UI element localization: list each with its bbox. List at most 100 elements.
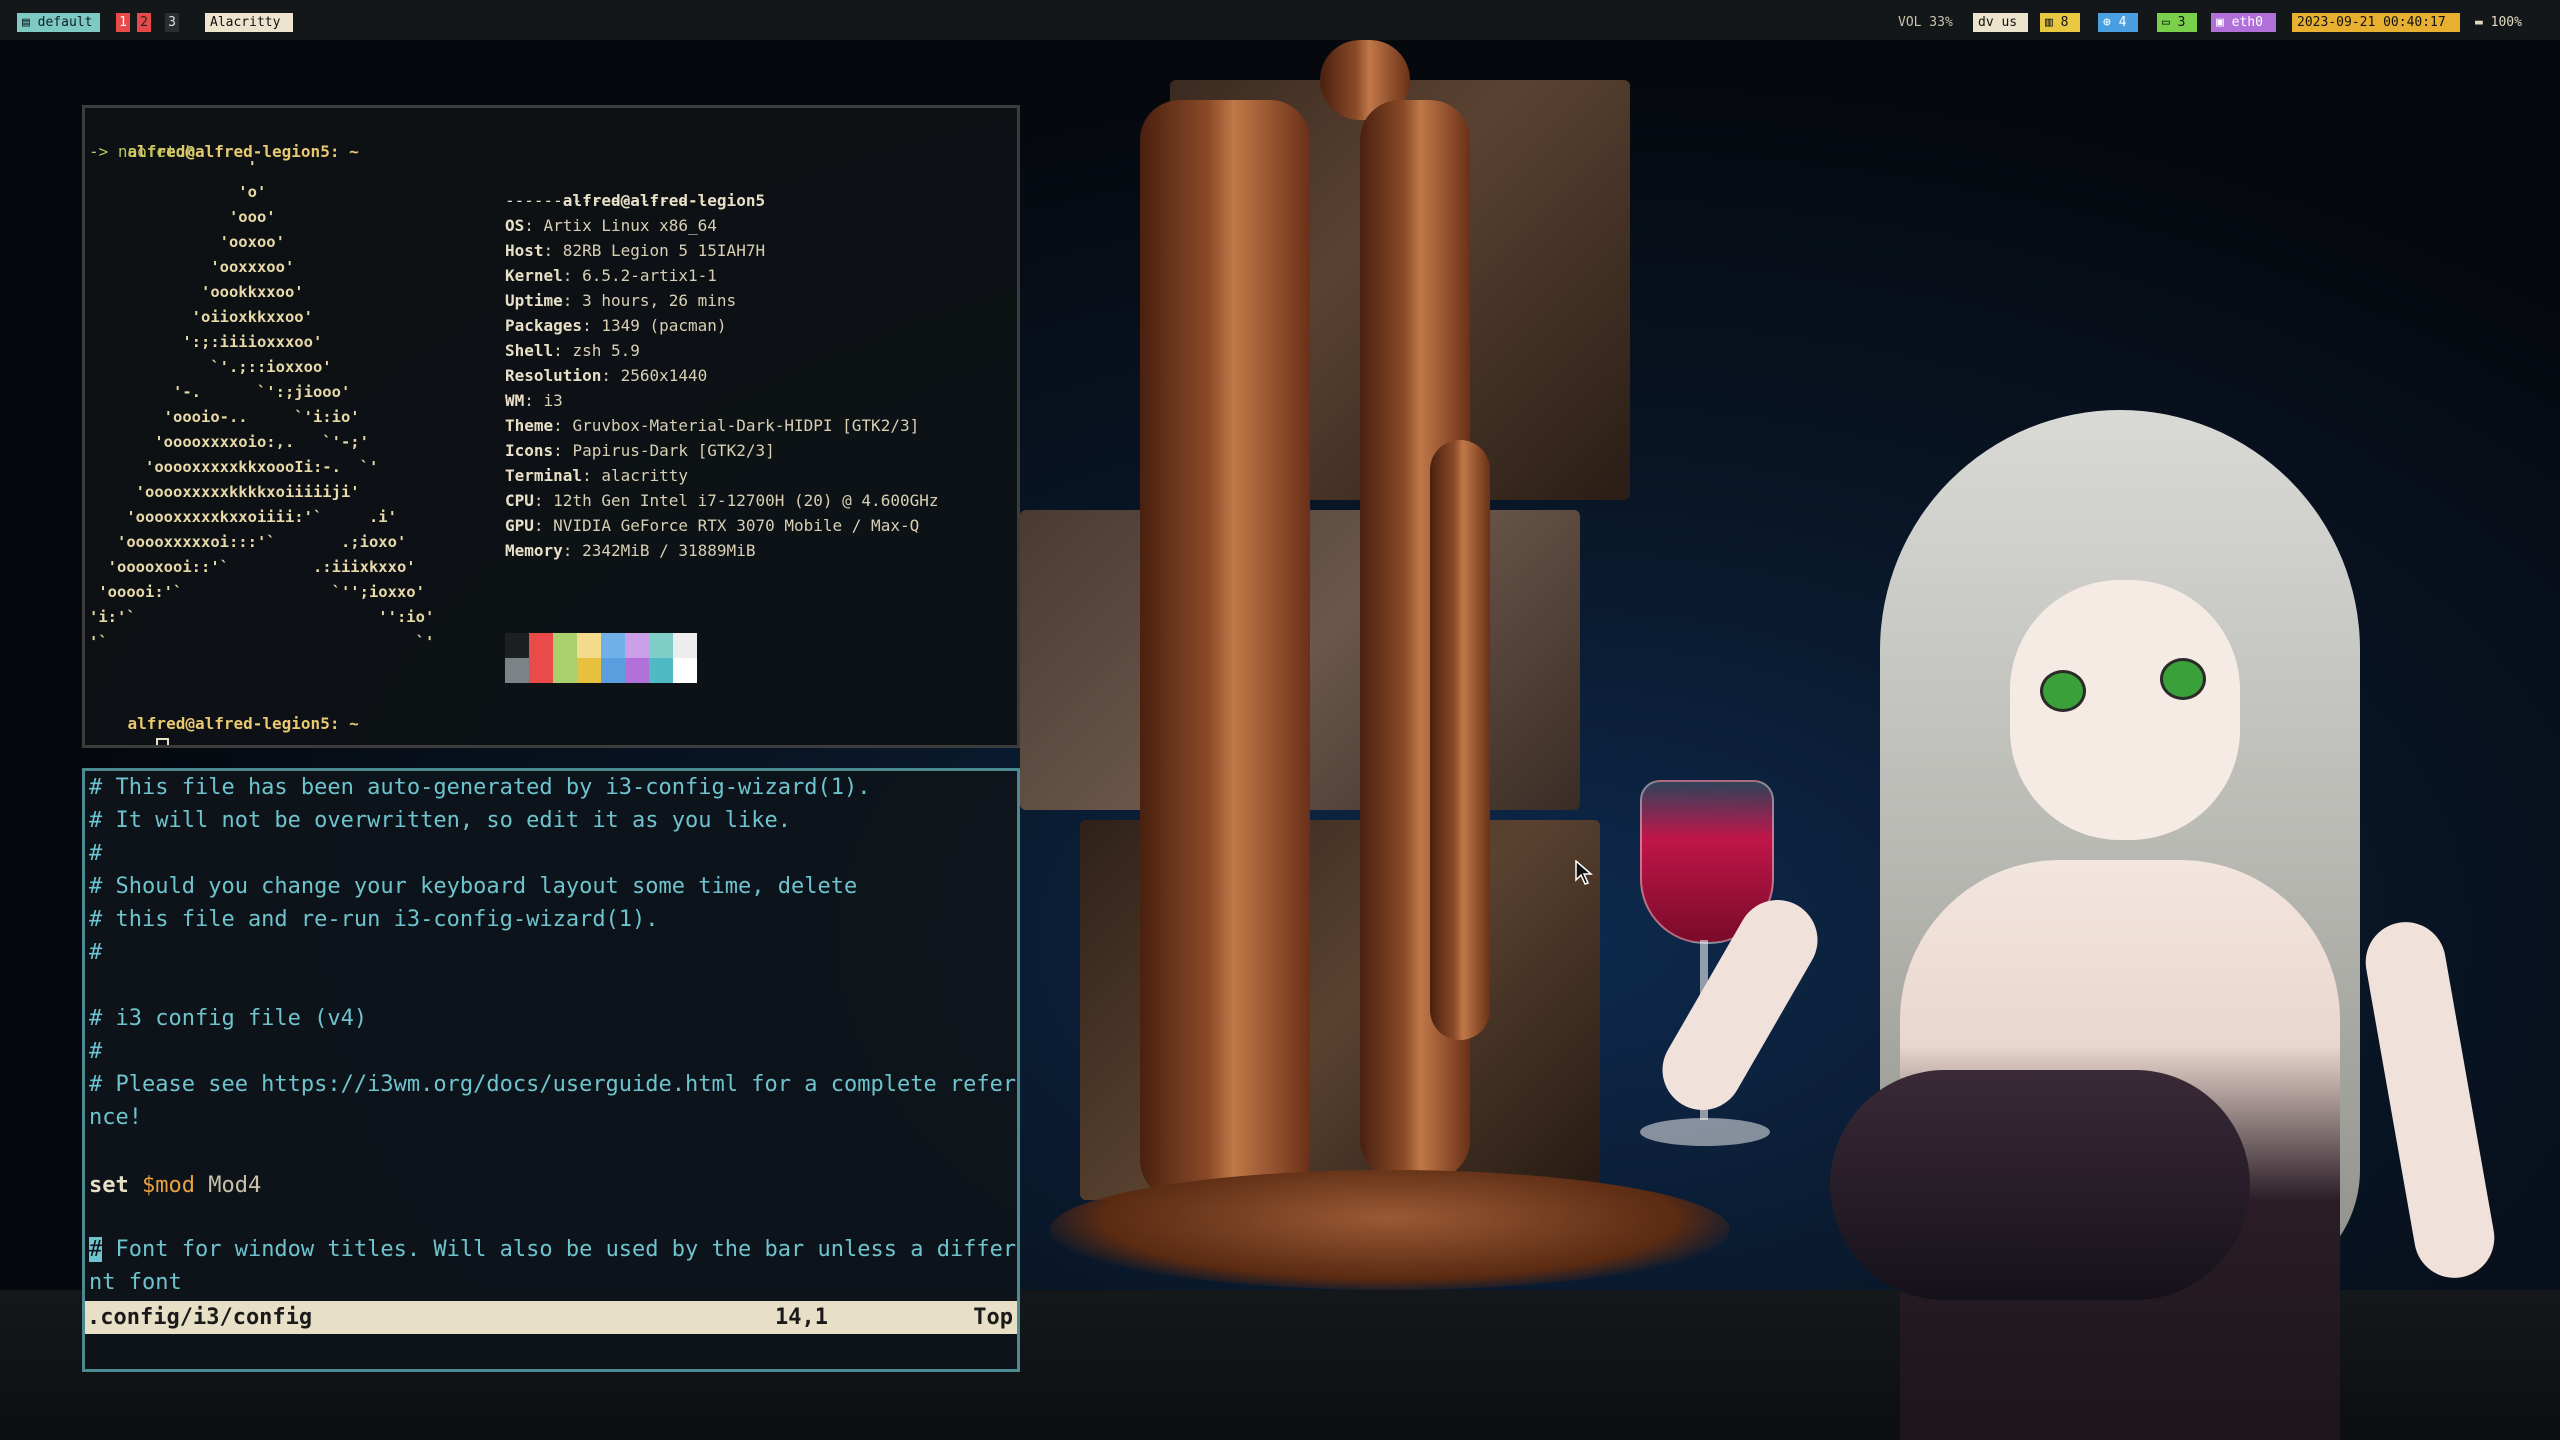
neofetch-info-key: Uptime: [505, 291, 563, 310]
palette-swatch: [553, 658, 577, 683]
neofetch-info-key: Memory: [505, 541, 563, 560]
neofetch-info-value: : 12th Gen Intel i7-12700H (20) @ 4.600G…: [533, 491, 939, 510]
neofetch-info-row: Memory: 2342MiB / 31889MiB: [505, 538, 755, 563]
wallpaper-character-face: [2010, 580, 2240, 840]
neofetch-info-key: GPU: [505, 516, 534, 535]
vim-set-line: set $mod Mod4: [89, 1173, 262, 1198]
wallpaper-chocolate-puddle: [1050, 1170, 1730, 1290]
vim-cursor: #: [89, 1237, 103, 1262]
palette-swatch: [649, 658, 673, 683]
neofetch-info-key: Terminal: [505, 466, 583, 485]
vim-line: # Font for window titles. Will also be u…: [89, 1237, 1020, 1262]
neofetch-info-key: Theme: [505, 416, 554, 435]
mouse-pointer-icon: [1575, 860, 1593, 885]
neofetch-info-value: : 6.5.2-artix1-1: [562, 266, 717, 285]
vim-editor-window[interactable]: # This file has been auto-generated by i…: [82, 768, 1020, 1372]
neofetch-info-row: Icons: Papirus-Dark [GTK2/3]: [505, 438, 775, 463]
neofetch-info-key: Packages: [505, 316, 583, 335]
vim-line: # this file and re-run i3-config-wizard(…: [89, 907, 659, 932]
keyboard-layout-indicator[interactable]: dv us: [1973, 13, 2028, 32]
workspace-button-1[interactable]: 1: [116, 13, 130, 32]
palette-swatch: [673, 633, 697, 658]
neofetch-info-value: : Papirus-Dark [GTK2/3]: [553, 441, 775, 460]
palette-swatch: [505, 633, 529, 658]
network-indicator[interactable]: ▣ eth0: [2211, 13, 2276, 32]
neofetch-info-key: Kernel: [505, 266, 563, 285]
neofetch-info-value: : i3: [524, 391, 563, 410]
status-bar: ▤ default 1 2 3 Alacritty VOL 33% dv us …: [0, 0, 2560, 40]
neofetch-info-row: WM: i3: [505, 388, 563, 413]
vim-line: # This file has been auto-generated by i…: [89, 775, 871, 800]
neofetch-info-value: : 2560x1440: [601, 366, 708, 385]
neofetch-info-key: OS: [505, 216, 525, 235]
layout-indicator[interactable]: ▤ default: [17, 13, 100, 32]
neofetch-info-value: : zsh 5.9: [553, 341, 640, 360]
vim-line: nce!: [89, 1105, 142, 1130]
neofetch-info-value: : 1349 (pacman): [582, 316, 727, 335]
wallpaper-character-outfit: [1830, 1070, 2250, 1300]
neofetch-info-key: Resolution: [505, 366, 602, 385]
neofetch-info-row: Theme: Gruvbox-Material-Dark-HIDPI [GTK2…: [505, 413, 919, 438]
vim-line: # Please see https://i3wm.org/docs/userg…: [89, 1072, 1020, 1097]
neofetch-info-key: Icons: [505, 441, 554, 460]
neofetch-info-row: Kernel: 6.5.2-artix1-1: [505, 263, 717, 288]
neofetch-ascii-logo: ' 'o' 'ooo' 'ooxoo' 'ooxxxoo' 'oookkxxoo…: [89, 158, 435, 651]
terminal-input-line[interactable]: ->: [89, 711, 170, 745]
neofetch-info-key: Host: [505, 241, 544, 260]
neofetch-separator: ---------------------: [505, 191, 708, 210]
wallpaper-chocolate-drip: [1140, 100, 1310, 1200]
palette-swatch: [577, 633, 601, 658]
neofetch-info-value: : 82RB Legion 5 15IAH7H: [543, 241, 766, 260]
neofetch-info-row: Resolution: 2560x1440: [505, 363, 707, 388]
neofetch-info-row: Terminal: alacritty: [505, 463, 688, 488]
memory-indicator[interactable]: ▥ 8: [2040, 13, 2080, 32]
datetime-display[interactable]: 2023-09-21 00:40:17: [2292, 13, 2460, 32]
network-icon: ▣: [2216, 15, 2224, 30]
vim-line: nt font: [89, 1270, 182, 1295]
vim-line: # Should you change your keyboard layout…: [89, 874, 858, 899]
layout-icon: ▤: [22, 15, 30, 30]
battery-icon: ▬: [2475, 15, 2483, 30]
palette-swatch: [529, 658, 553, 683]
neofetch-info-value: : NVIDIA GeForce RTX 3070 Mobile / Max-Q: [533, 516, 920, 535]
wallpaper-wine-glass-base: [1640, 1118, 1770, 1146]
palette-swatch: [673, 658, 697, 683]
neofetch-info-key: Shell: [505, 341, 554, 360]
cpu-icon: ⊕: [2103, 15, 2111, 30]
palette-swatch: [601, 633, 625, 658]
palette-swatch: [505, 658, 529, 683]
workspace-button-3[interactable]: 3: [165, 13, 179, 32]
palette-swatch: [553, 633, 577, 658]
vim-status-filename: .config/i3/config: [87, 1305, 313, 1330]
palette-swatch: [649, 633, 673, 658]
memory-icon: ▥: [2045, 15, 2053, 30]
neofetch-info-value: : 2342MiB / 31889MiB: [562, 541, 756, 560]
vim-status-line: .config/i3/config 14,1 Top: [85, 1301, 1017, 1334]
wallpaper-character-eye: [2040, 670, 2086, 712]
neofetch-info-value: : alacritty: [582, 466, 689, 485]
terminal-window[interactable]: alfred@alfred-legion5: ~ -> neofetch ' '…: [82, 105, 1020, 748]
palette-swatch: [625, 658, 649, 683]
battery-indicator[interactable]: ▬ 100%: [2470, 13, 2540, 32]
display-icon: ▭: [2162, 15, 2170, 30]
neofetch-info-row: Host: 82RB Legion 5 15IAH7H: [505, 238, 765, 263]
neofetch-info-key: WM: [505, 391, 525, 410]
vim-line: # It will not be overwritten, so edit it…: [89, 808, 791, 833]
palette-swatch: [601, 658, 625, 683]
wallpaper-chocolate-drip: [1430, 440, 1490, 1040]
workspace-button-2[interactable]: 2: [137, 13, 151, 32]
neofetch-info-value: : Gruvbox-Material-Dark-HIDPI [GTK2/3]: [553, 416, 920, 435]
vim-line: #: [89, 841, 103, 866]
neofetch-info-row: Uptime: 3 hours, 26 mins: [505, 288, 736, 313]
palette-swatch: [577, 658, 601, 683]
neofetch-info-value: : Artix Linux x86_64: [524, 216, 717, 235]
wallpaper-character-eye: [2160, 658, 2206, 700]
volume-indicator[interactable]: VOL 33%: [1893, 13, 1963, 32]
active-window-title: Alacritty: [205, 13, 293, 32]
palette-swatch: [625, 633, 649, 658]
neofetch-info-value: : 3 hours, 26 mins: [562, 291, 737, 310]
neofetch-info-row: GPU: NVIDIA GeForce RTX 3070 Mobile / Ma…: [505, 513, 919, 538]
cpu-indicator[interactable]: ⊕ 4: [2098, 13, 2138, 32]
display-indicator[interactable]: ▭ 3: [2157, 13, 2197, 32]
neofetch-info-row: Shell: zsh 5.9: [505, 338, 640, 363]
